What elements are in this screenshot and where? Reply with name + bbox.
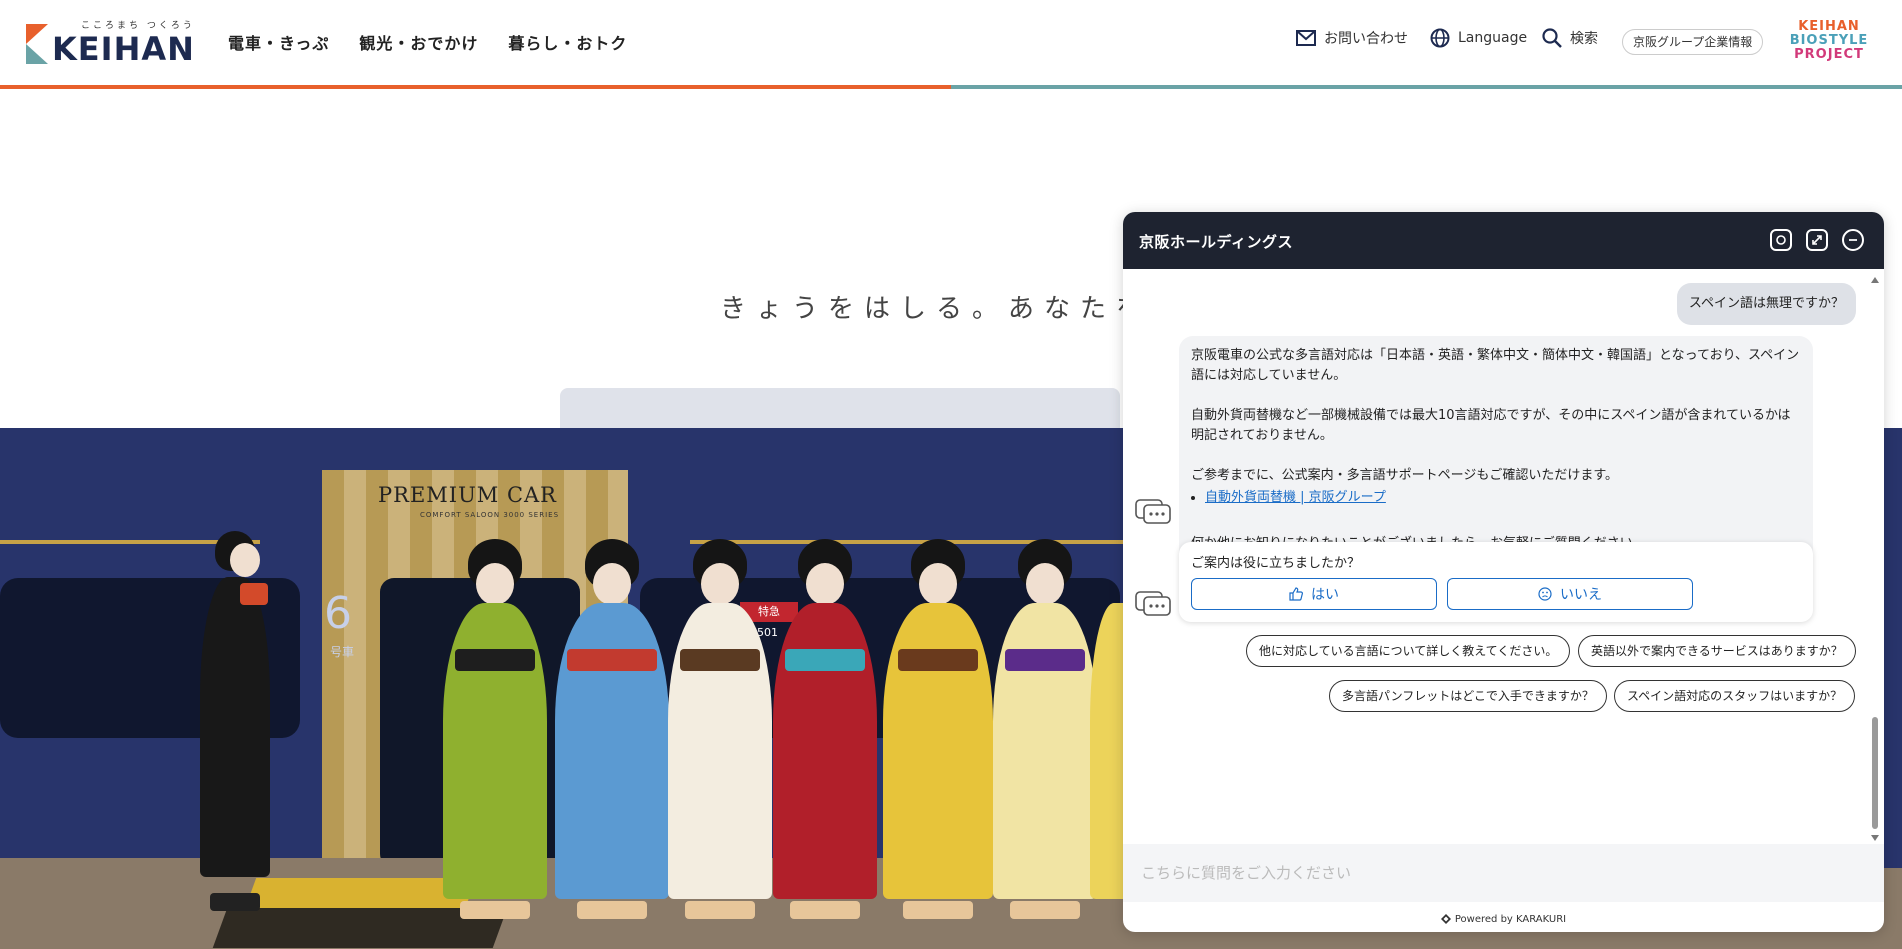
- main-nav: 電車・きっぷ 観光・おでかけ 暮らし・おトク: [228, 30, 627, 54]
- car-number: 6: [324, 588, 352, 639]
- maiko-figure-3: [665, 539, 775, 919]
- bot-avatar-icon: [1135, 591, 1171, 616]
- bot-link-list: 自動外貨両替機 | 京阪グループ: [1205, 488, 1801, 508]
- train-roof: [560, 388, 1120, 428]
- suggestion-chip[interactable]: 英語以外で案内できるサービスはありますか？: [1578, 635, 1856, 667]
- powered-by-label: Powered by KARAKURI: [1454, 913, 1567, 925]
- expand-icon[interactable]: [1806, 229, 1828, 251]
- search-link[interactable]: 検索: [1542, 28, 1598, 48]
- minimize-icon[interactable]: [1842, 229, 1864, 251]
- biostyle-line-3: PROJECT: [1794, 47, 1864, 62]
- globe-icon: [1430, 28, 1450, 48]
- sad-face-icon: [1538, 587, 1552, 601]
- maiko-figure-1: [440, 539, 550, 919]
- refresh-icon[interactable]: [1770, 229, 1792, 251]
- chat-title: 京阪ホールディングス: [1139, 233, 1293, 251]
- car-number-unit: 号車: [330, 645, 355, 659]
- attendant-figure: [185, 531, 285, 911]
- biostyle-line-2: BIOSTYLE: [1789, 33, 1869, 48]
- feedback-no-label: いいえ: [1560, 587, 1602, 603]
- feedback-no-button[interactable]: いいえ: [1447, 578, 1693, 610]
- biostyle-project-logo[interactable]: KEIHAN BIOSTYLE PROJECT: [1783, 20, 1875, 62]
- header-accent-line: [0, 85, 1902, 89]
- bot-message: 京阪電車の公式な多言語対応は「日本語・英語・繁体中文・簡体中文・韓国語」となって…: [1179, 336, 1813, 566]
- chat-question-input[interactable]: [1123, 844, 1884, 902]
- corporate-info-button[interactable]: 京阪グループ企業情報: [1622, 29, 1764, 55]
- bot-paragraph: 自動外貨両替機など一部機械設備では最大10言語対応ですが、その中にスペイン語が含…: [1191, 408, 1791, 443]
- maiko-figure-2: [552, 539, 672, 919]
- premium-car-subtitle: COMFORT SALOON 3000 SERIES: [420, 511, 560, 519]
- nav-train-tickets[interactable]: 電車・きっぷ: [228, 30, 329, 54]
- bot-paragraph: 京阪電車の公式な多言語対応は「日本語・英語・繁体中文・簡体中文・韓国語」となって…: [1191, 348, 1800, 383]
- chat-header: 京阪ホールディングス: [1123, 212, 1884, 269]
- suggestion-chip[interactable]: 他に対応している言語について詳しく教えてください。: [1246, 635, 1571, 667]
- feedback-card: ご案内は役に立ちましたか？ はい いいえ: [1179, 542, 1813, 622]
- maiko-figure-5: [880, 539, 995, 919]
- premium-car-label: PREMIUM CAR: [378, 483, 557, 507]
- language-link[interactable]: Language: [1430, 28, 1527, 48]
- language-label: Language: [1458, 30, 1528, 46]
- exchange-machine-link[interactable]: 自動外貨両替機 | 京阪グループ: [1205, 490, 1386, 505]
- site-header: こころまち つくろう KEIHAN 電車・きっぷ 観光・おでかけ 暮らし・おトク…: [0, 0, 1902, 86]
- suggestion-chip[interactable]: スペイン語対応のスタッフはいますか？: [1614, 680, 1856, 712]
- search-icon: [1542, 28, 1562, 48]
- logo-text: KEIHAN: [52, 30, 195, 68]
- bot-paragraph: ご参考までに、公式案内・多言語サポートページもご確認いただけます。: [1191, 468, 1619, 483]
- chat-scrollbar[interactable]: [1871, 277, 1879, 841]
- search-label: 検索: [1570, 31, 1598, 47]
- logo-mark-icon: [26, 24, 48, 64]
- mail-icon: [1296, 30, 1316, 46]
- user-message: スペイン語は無理ですか？: [1676, 283, 1856, 325]
- contact-link[interactable]: お問い合わせ: [1296, 28, 1408, 48]
- feedback-yes-label: はい: [1311, 587, 1339, 603]
- bot-avatar-icon: [1135, 499, 1171, 524]
- chat-input-area: [1123, 844, 1884, 902]
- nav-sightseeing[interactable]: 観光・おでかけ: [359, 30, 478, 54]
- biostyle-line-1: KEIHAN: [1798, 19, 1860, 34]
- keihan-logo[interactable]: こころまち つくろう KEIHAN: [26, 18, 201, 68]
- feedback-yes-button[interactable]: はい: [1191, 578, 1437, 610]
- chat-widget: 京阪ホールディングス スペイン語は無理ですか？ 京阪電車の公式な多言語対応は「日…: [1123, 212, 1884, 932]
- maiko-figure-4: [770, 539, 880, 919]
- contact-label: お問い合わせ: [1324, 31, 1408, 47]
- thumbs-up-icon: [1289, 587, 1303, 601]
- nav-lifestyle-deals[interactable]: 暮らし・おトク: [508, 30, 627, 54]
- maiko-figure-6: [990, 539, 1100, 919]
- karakuri-logo-icon: [1440, 914, 1451, 924]
- chat-messages[interactable]: スペイン語は無理ですか？ 京阪電車の公式な多言語対応は「日本語・英語・繁体中文・…: [1123, 269, 1884, 841]
- feedback-question: ご案内は役に立ちましたか？: [1191, 556, 1361, 571]
- powered-by: Powered by KARAKURI: [1123, 906, 1884, 932]
- suggestion-chip[interactable]: 多言語パンフレットはどこで入手できますか？: [1329, 680, 1607, 712]
